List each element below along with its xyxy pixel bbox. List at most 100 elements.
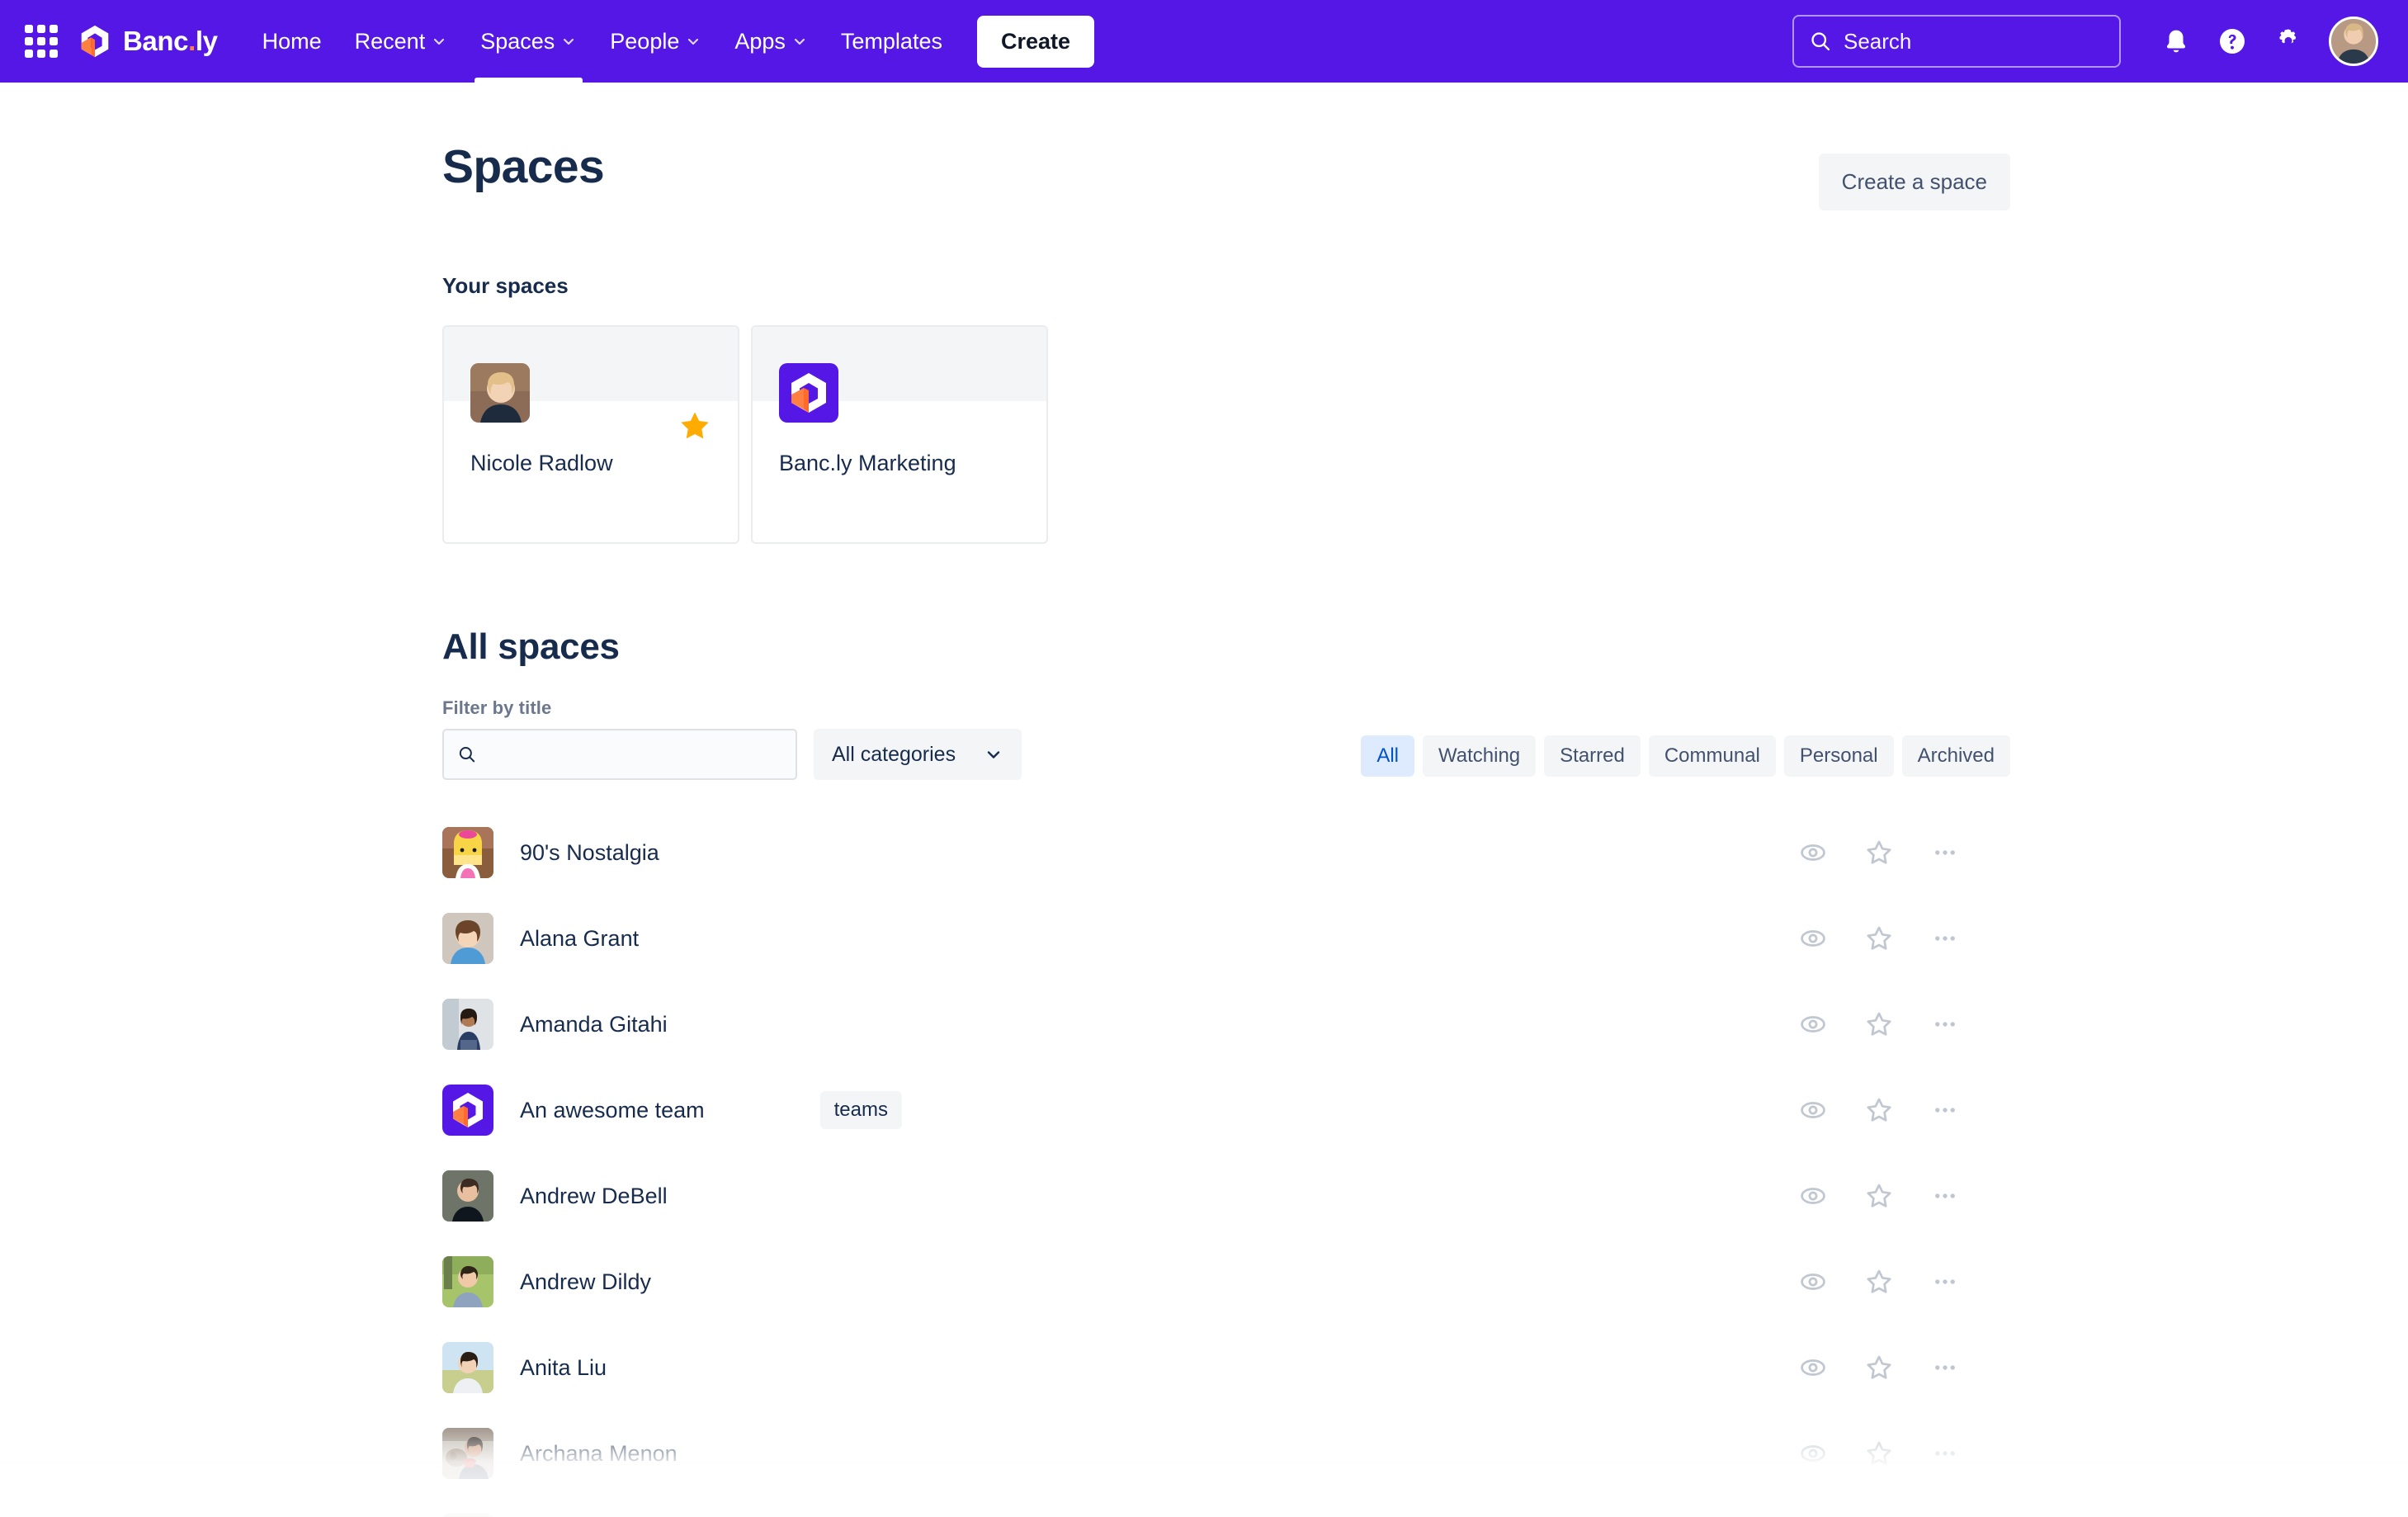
filter-pill-all[interactable]: All — [1361, 735, 1414, 777]
star-outline-icon[interactable] — [1860, 1434, 1898, 1472]
chevron-down-icon — [794, 38, 805, 45]
nav-item-label: Apps — [734, 28, 786, 54]
eye-icon[interactable] — [1794, 834, 1832, 872]
space-name: Andrew Dildy — [520, 1269, 652, 1294]
space-card-nicole-radlow[interactable]: Nicole Radlow — [442, 325, 739, 544]
more-horizontal-icon[interactable] — [1926, 1005, 1964, 1043]
table-row[interactable]: Amanda Gitahi — [442, 981, 2010, 1067]
filter-pill-archived[interactable]: Archived — [1901, 735, 2010, 777]
star-outline-icon[interactable] — [1860, 919, 1898, 957]
person-photo-avatar — [442, 1170, 493, 1222]
create-button[interactable]: Create — [976, 15, 1095, 68]
filter-pill-personal[interactable]: Personal — [1783, 735, 1894, 777]
all-spaces-list: 90's Nostalgia Alana Grant Amanda Gitahi… — [442, 810, 2010, 1517]
notifications-button[interactable] — [2151, 16, 2202, 67]
table-row[interactable]: Archana Menon — [442, 1411, 2010, 1496]
chevron-down-icon — [434, 38, 445, 45]
eye-icon[interactable] — [1794, 1434, 1832, 1472]
person-photo-avatar — [470, 363, 530, 423]
all-spaces-title: All spaces — [442, 626, 620, 667]
bancly-logo-icon — [779, 363, 838, 423]
star-outline-icon[interactable] — [1860, 834, 1898, 872]
nav-item-people[interactable]: People — [593, 0, 718, 83]
nav-right-cluster: Search — [1792, 15, 2378, 68]
space-name: 90's Nostalgia — [520, 839, 659, 865]
space-name: Alana Grant — [520, 925, 640, 951]
filter-pill-watching[interactable]: Watching — [1422, 735, 1537, 777]
eye-icon[interactable] — [1794, 1349, 1832, 1387]
nav-item-spaces[interactable]: Spaces — [464, 0, 593, 83]
search-icon — [1811, 32, 1830, 51]
row-actions — [1794, 1177, 1964, 1215]
eye-icon[interactable] — [1794, 1091, 1832, 1129]
filter-bar: Filter by title All categories All Watch… — [442, 697, 2010, 780]
space-name: An awesome team — [520, 1097, 705, 1122]
table-row[interactable]: Arthur Chen — [442, 1496, 2010, 1517]
categories-dropdown[interactable]: All categories — [814, 729, 1022, 780]
more-horizontal-icon[interactable] — [1926, 1091, 1964, 1129]
row-actions — [1794, 1005, 1964, 1043]
star-outline-icon[interactable] — [1860, 1005, 1898, 1043]
table-row[interactable]: An awesome team teams — [442, 1067, 2010, 1153]
user-avatar[interactable] — [2329, 17, 2378, 66]
nav-item-label: Templates — [840, 28, 942, 54]
settings-button[interactable] — [2263, 16, 2314, 67]
more-horizontal-icon[interactable] — [1926, 1349, 1964, 1387]
more-horizontal-icon[interactable] — [1926, 919, 1964, 957]
nav-item-recent[interactable]: Recent — [338, 0, 465, 83]
page-title: Spaces — [442, 140, 605, 193]
search-input[interactable]: Search — [1792, 15, 2121, 68]
table-row[interactable]: Andrew DeBell — [442, 1153, 2010, 1239]
space-name: Amanda Gitahi — [520, 1011, 668, 1037]
more-horizontal-icon[interactable] — [1926, 1434, 1964, 1472]
brand-logo-link[interactable]: Banc.ly — [76, 22, 218, 60]
eye-icon[interactable] — [1794, 1177, 1832, 1215]
brand-name: Banc.ly — [123, 26, 218, 56]
content-column: Spaces Create a space Your spaces Nicole… — [442, 83, 2010, 1517]
eye-icon[interactable] — [1794, 1005, 1832, 1043]
filter-pill-starred[interactable]: Starred — [1544, 735, 1641, 777]
space-category-slot: teams — [705, 1091, 1794, 1129]
row-actions — [1794, 919, 1964, 957]
filter-controls: Filter by title All categories — [442, 697, 1022, 780]
chevron-down-icon — [688, 38, 699, 45]
person-photo-avatar — [442, 1256, 493, 1307]
space-category-badge[interactable]: teams — [819, 1091, 902, 1129]
bell-icon — [2166, 30, 2186, 53]
row-actions — [1794, 1434, 1964, 1472]
filter-pill-communal[interactable]: Communal — [1648, 735, 1776, 777]
help-circle-icon — [2220, 29, 2245, 54]
gear-icon — [2279, 29, 2297, 45]
filter-title-input[interactable] — [442, 729, 797, 780]
table-row[interactable]: Anita Liu — [442, 1325, 2010, 1411]
categories-dropdown-label: All categories — [832, 742, 956, 766]
more-horizontal-icon[interactable] — [1926, 1177, 1964, 1215]
table-row[interactable]: Andrew Dildy — [442, 1239, 2010, 1325]
person-photo-avatar — [442, 1428, 493, 1479]
table-row[interactable]: Alana Grant — [442, 896, 2010, 981]
more-horizontal-icon[interactable] — [1926, 834, 1964, 872]
nav-item-label: Home — [262, 28, 322, 54]
help-button[interactable] — [2207, 16, 2258, 67]
table-row[interactable]: 90's Nostalgia — [442, 810, 2010, 896]
more-horizontal-icon[interactable] — [1926, 1263, 1964, 1301]
search-placeholder: Search — [1844, 28, 1912, 54]
star-outline-icon[interactable] — [1860, 1349, 1898, 1387]
row-actions — [1794, 1349, 1964, 1387]
filter-title-text[interactable] — [486, 742, 782, 767]
star-filled-icon[interactable] — [678, 409, 711, 442]
star-outline-icon[interactable] — [1860, 1263, 1898, 1301]
chevron-down-icon — [564, 38, 574, 45]
star-outline-icon[interactable] — [1860, 1177, 1898, 1215]
nav-item-home[interactable]: Home — [246, 0, 338, 83]
star-outline-icon[interactable] — [1860, 1091, 1898, 1129]
nav-item-templates[interactable]: Templates — [824, 0, 959, 83]
nav-item-label: Recent — [354, 28, 426, 54]
eye-icon[interactable] — [1794, 919, 1832, 957]
create-a-space-button[interactable]: Create a space — [1818, 154, 2010, 210]
nav-item-apps[interactable]: Apps — [718, 0, 824, 83]
space-card-bancly-marketing[interactable]: Banc.ly Marketing — [751, 325, 1048, 544]
eye-icon[interactable] — [1794, 1263, 1832, 1301]
app-switcher-icon[interactable] — [18, 18, 64, 64]
space-card-name: Nicole Radlow — [470, 451, 613, 475]
